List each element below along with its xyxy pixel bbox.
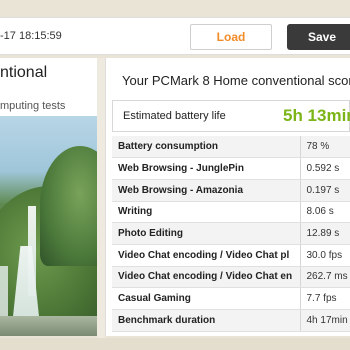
image-river xyxy=(0,316,97,336)
result-name: Video Chat encoding / Video Chat pl xyxy=(112,244,300,267)
result-value: 0.197 s xyxy=(299,179,350,202)
benchmark-title: ntional xyxy=(0,64,48,81)
top-toolbar: -17 18:15:59 Load Save xyxy=(0,17,350,55)
results-table: Battery consumption 78 % Web Browsing - … xyxy=(112,136,350,332)
load-button[interactable]: Load xyxy=(190,24,272,50)
battery-life-value: 5h 13min xyxy=(283,106,350,125)
table-row: Casual Gaming 7.7 fps xyxy=(112,287,350,310)
table-row: Video Chat encoding / Video Chat en 262.… xyxy=(112,266,350,289)
table-row: Web Browsing - JunglePin 0.592 s xyxy=(112,157,350,180)
result-name: Battery consumption xyxy=(112,136,300,159)
result-value: 4h 17min xyxy=(299,309,350,332)
result-name: Web Browsing - Amazonia xyxy=(112,179,300,202)
result-name: Benchmark duration xyxy=(112,309,300,332)
result-name: Writing xyxy=(112,201,300,224)
result-value: 0.592 s xyxy=(299,157,350,180)
table-row: Battery consumption 78 % xyxy=(112,136,350,159)
benchmark-subtitle: mputing tests xyxy=(0,100,66,112)
result-value: 12.89 s xyxy=(299,222,350,245)
waterfall-image xyxy=(0,116,97,336)
result-value: 262.7 ms xyxy=(299,266,350,289)
table-row: Writing 8.06 s xyxy=(112,201,350,224)
table-row: Video Chat encoding / Video Chat pl 30.0… xyxy=(112,244,350,267)
result-value: 8.06 s xyxy=(299,201,350,224)
result-value: 30.0 fps xyxy=(299,244,350,267)
result-timestamp: -17 18:15:59 xyxy=(0,30,62,42)
score-title: Your PCMark 8 Home conventional score xyxy=(122,73,350,88)
image-hill xyxy=(40,146,97,266)
result-name: Web Browsing - JunglePin xyxy=(112,157,300,180)
result-name: Casual Gaming xyxy=(112,287,300,310)
bottom-background xyxy=(0,338,350,350)
panel-divider xyxy=(97,58,105,338)
battery-life-label: Estimated battery life xyxy=(123,110,226,122)
table-row: Benchmark duration 4h 17min xyxy=(112,309,350,332)
battery-life-box: Estimated battery life 5h 13min xyxy=(112,100,350,132)
result-value: 7.7 fps xyxy=(299,287,350,310)
result-name: Photo Editing xyxy=(112,222,300,245)
table-row: Photo Editing 12.89 s xyxy=(112,222,350,245)
result-name: Video Chat encoding / Video Chat en xyxy=(112,266,300,289)
table-row: Web Browsing - Amazonia 0.197 s xyxy=(112,179,350,202)
result-value: 78 % xyxy=(299,136,350,159)
save-button[interactable]: Save xyxy=(287,24,350,50)
benchmark-info-panel: ntional mputing tests xyxy=(0,58,97,336)
